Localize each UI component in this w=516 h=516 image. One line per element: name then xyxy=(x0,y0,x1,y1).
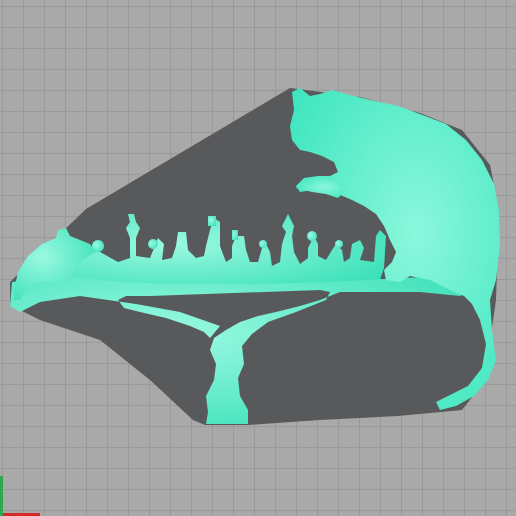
slicer-viewport[interactable] xyxy=(0,0,516,516)
y-axis-indicator xyxy=(0,476,3,516)
model-scene xyxy=(10,88,500,425)
